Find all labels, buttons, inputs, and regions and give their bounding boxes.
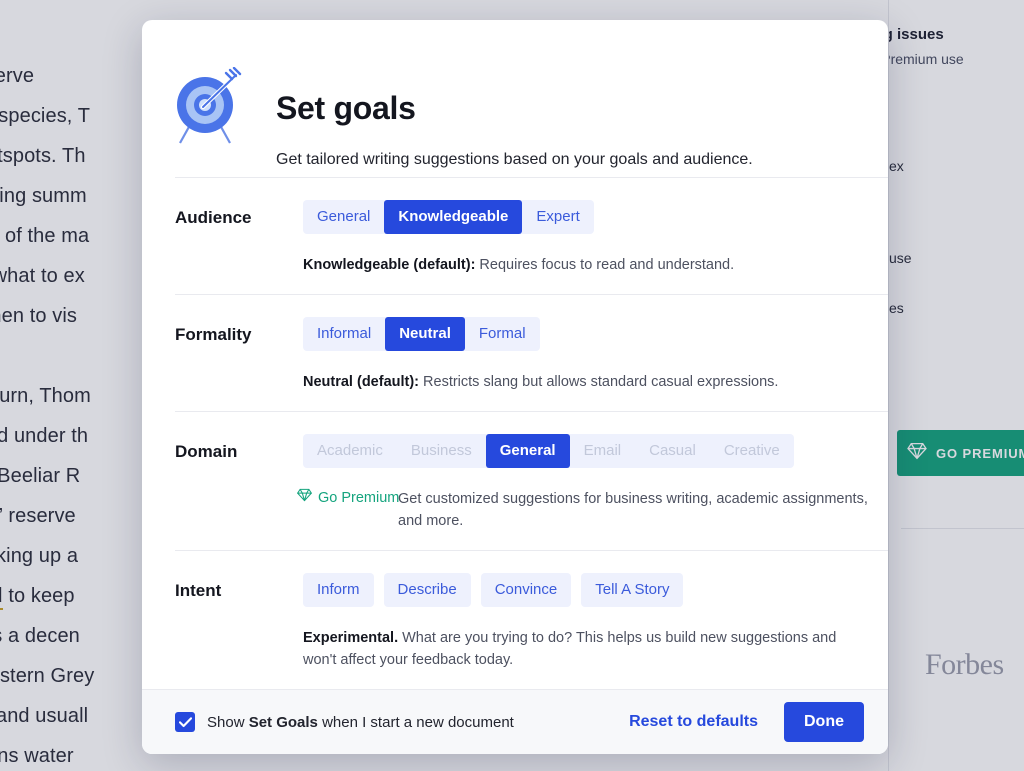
goal-row-domain: Domain Academic Business General Email Casual… (142, 412, 888, 550)
go-premium-link[interactable]: Go Premium (270, 488, 400, 507)
row-label: Formality (175, 325, 252, 345)
set-goals-dialog: Set goals Get tailored writing suggestio… (142, 20, 888, 754)
checkbox-label: Show Set Goals when I start a new docume… (207, 714, 514, 731)
show-set-goals-checkbox[interactable]: Show Set Goals when I start a new docume… (175, 712, 514, 733)
row-content: General Knowledgeable Expert Knowledgeable … (303, 200, 888, 276)
domain-segmented-control: Academic Business General Email Casual Creati… (303, 434, 794, 469)
option-formal[interactable]: Formal (465, 317, 540, 351)
option-casual: Casual (635, 434, 710, 468)
checkbox-box[interactable] (175, 712, 195, 733)
reset-to-defaults-link[interactable]: Reset to defaults (629, 713, 758, 731)
option-academic: Academic (303, 434, 397, 468)
premium-helper-row: Go Premium Get customized suggestions for… (296, 488, 888, 532)
row-label: Intent (175, 581, 222, 601)
row-content: Inform Describe Convince Tell A Story Experi… (303, 573, 888, 671)
option-creative: Creative (710, 434, 794, 468)
dialog-header: Set goals Get tailored writing suggestio… (142, 20, 888, 177)
helper-emphasis: Knowledgeable (default): (303, 257, 476, 274)
row-helper-text: Knowledgeable (default): Requires focus … (303, 257, 735, 274)
row-label: Audience (175, 208, 252, 228)
row-content: Informal Neutral Formal Neutral (default): … (303, 317, 888, 393)
option-inform[interactable]: Inform (303, 573, 374, 608)
row-helper-text: Get customized suggestions for business … (398, 491, 868, 530)
option-email: Email (570, 434, 636, 468)
done-button[interactable]: Done (784, 702, 864, 743)
dialog-subtitle: Get tailored writing suggestions based o… (276, 151, 753, 168)
goal-row-formality: Formality Informal Neutral Formal Neutral (d… (142, 295, 888, 411)
row-content: Academic Business General Email Casual Creati… (296, 434, 888, 532)
option-business: Business (397, 434, 486, 468)
goal-row-intent: Intent Inform Describe Convince Tell A Story… (142, 551, 888, 689)
dialog-title: Set goals (276, 90, 416, 126)
row-helper-text: Experimental. What are you trying to do?… (303, 630, 837, 669)
checkbox-label-suffix: when I start a new document (317, 713, 514, 731)
goal-settings-list: Audience General Knowledgeable Expert Knowle… (142, 177, 888, 689)
option-general[interactable]: General (485, 434, 570, 469)
checkbox-label-bold: Set Goals (248, 713, 318, 731)
formality-segmented-control: Informal Neutral Formal (303, 317, 540, 352)
option-neutral[interactable]: Neutral (385, 317, 465, 352)
go-premium-link-label: Go Premium (318, 489, 400, 506)
checkmark-icon (178, 716, 192, 727)
target-with-arrow-icon (170, 59, 242, 177)
goal-row-audience: Audience General Knowledgeable Expert Knowle… (142, 178, 888, 294)
checkbox-label-prefix: Show (207, 713, 249, 731)
dialog-footer: Show Set Goals when I start a new docume… (142, 689, 888, 754)
option-general[interactable]: General (303, 200, 384, 234)
option-tell-a-story[interactable]: Tell A Story (581, 573, 684, 608)
helper-emphasis: Experimental. (303, 630, 399, 647)
option-knowledgeable[interactable]: Knowledgeable (384, 200, 523, 235)
audience-segmented-control: General Knowledgeable Expert (303, 200, 594, 235)
row-label: Domain (175, 442, 238, 462)
option-convince[interactable]: Convince (480, 573, 572, 608)
intent-option-pills: Inform Describe Convince Tell A Story (303, 573, 888, 608)
option-informal[interactable]: Informal (303, 317, 385, 351)
option-expert[interactable]: Expert (522, 200, 593, 234)
row-helper-text: Neutral (default): Restricts slang but a… (303, 374, 779, 391)
gem-icon (296, 488, 313, 507)
option-describe[interactable]: Describe (383, 573, 471, 608)
helper-emphasis: Neutral (default): (303, 374, 419, 391)
